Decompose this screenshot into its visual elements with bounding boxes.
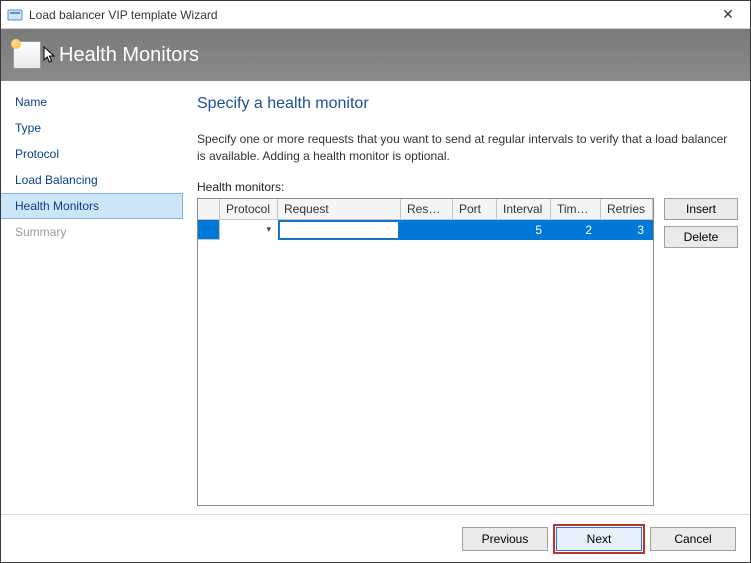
- close-button[interactable]: ✕: [706, 1, 750, 28]
- grid-row[interactable]: ▾ 5 2 3: [198, 220, 653, 240]
- grid-label: Health monitors:: [197, 180, 738, 194]
- wizard-footer: Previous Next Cancel: [1, 514, 750, 562]
- cell-retries[interactable]: 3: [601, 220, 653, 240]
- col-response[interactable]: Respo...: [401, 199, 453, 220]
- sidebar-item-summary[interactable]: Summary: [1, 219, 183, 245]
- insert-button[interactable]: Insert: [664, 198, 738, 220]
- sidebar-item-name[interactable]: Name: [1, 89, 183, 115]
- sidebar-item-type[interactable]: Type: [1, 115, 183, 141]
- cell-port[interactable]: [453, 220, 497, 240]
- request-input[interactable]: [279, 221, 399, 239]
- cell-protocol[interactable]: ▾: [220, 220, 278, 240]
- app-icon: [7, 7, 23, 23]
- cell-timeout[interactable]: 2: [551, 220, 601, 240]
- col-rowheader: [198, 199, 220, 220]
- cell-response[interactable]: [401, 220, 453, 240]
- grid-area: Protocol Request Respo... Port Interval …: [197, 198, 738, 506]
- delete-button[interactable]: Delete: [664, 226, 738, 248]
- wizard-main: Specify a health monitor Specify one or …: [183, 81, 750, 514]
- row-selector[interactable]: [198, 220, 220, 240]
- titlebar: Load balancer VIP template Wizard ✕: [1, 1, 750, 29]
- next-button[interactable]: Next: [556, 527, 642, 551]
- col-retries[interactable]: Retries: [601, 199, 653, 220]
- cell-request[interactable]: [278, 220, 401, 240]
- sidebar-item-health-monitors[interactable]: Health Monitors: [1, 193, 183, 219]
- cursor-icon: [43, 46, 57, 64]
- sidebar-item-protocol[interactable]: Protocol: [1, 141, 183, 167]
- banner-icon: [13, 41, 41, 69]
- cell-interval[interactable]: 5: [497, 220, 551, 240]
- col-request[interactable]: Request: [278, 199, 401, 220]
- col-interval[interactable]: Interval: [497, 199, 551, 220]
- wizard-window: Load balancer VIP template Wizard ✕ Heal…: [0, 0, 751, 563]
- wizard-body: Name Type Protocol Load Balancing Health…: [1, 81, 750, 514]
- grid-header-row: Protocol Request Respo... Port Interval …: [198, 199, 653, 220]
- grid-side-buttons: Insert Delete: [664, 198, 738, 506]
- banner-title: Health Monitors: [59, 44, 199, 67]
- health-monitors-grid[interactable]: Protocol Request Respo... Port Interval …: [197, 198, 654, 506]
- window-title: Load balancer VIP template Wizard: [29, 8, 706, 22]
- page-heading: Specify a health monitor: [197, 95, 738, 113]
- close-icon: ✕: [722, 6, 734, 23]
- col-timeout[interactable]: Time-...: [551, 199, 601, 220]
- page-description: Specify one or more requests that you wa…: [197, 131, 738, 166]
- chevron-down-icon: ▾: [266, 224, 271, 235]
- sidebar-item-load-balancing[interactable]: Load Balancing: [1, 167, 183, 193]
- wizard-banner: Health Monitors: [1, 29, 750, 81]
- cancel-button[interactable]: Cancel: [650, 527, 736, 551]
- grid-body: ▾ 5 2 3: [198, 220, 653, 505]
- col-protocol[interactable]: Protocol: [220, 199, 278, 220]
- col-port[interactable]: Port: [453, 199, 497, 220]
- previous-button[interactable]: Previous: [462, 527, 548, 551]
- wizard-sidebar: Name Type Protocol Load Balancing Health…: [1, 81, 183, 514]
